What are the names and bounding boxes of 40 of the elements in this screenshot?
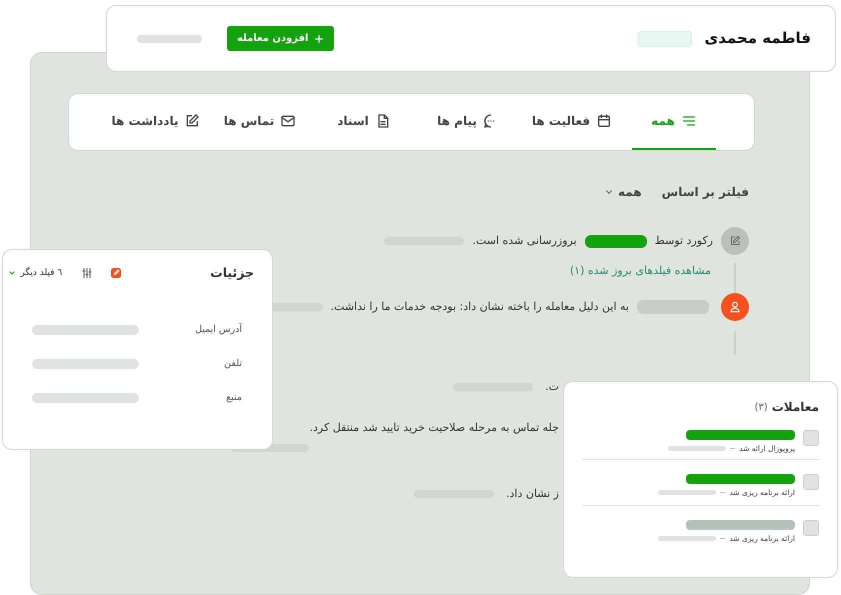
tab[interactable]: تماس ها <box>216 94 304 150</box>
tab[interactable]: یادداشت ها <box>112 94 200 150</box>
placeholder-bar <box>658 536 716 541</box>
placeholder-bar <box>136 34 202 42</box>
deal-checkbox[interactable] <box>803 430 819 446</box>
timeline-text: رکورد توسط <box>654 232 713 249</box>
plus-icon <box>314 34 324 44</box>
tab[interactable]: پیام ها <box>424 94 512 150</box>
field-label: آدرس ایمیل <box>194 322 244 337</box>
sliders-icon <box>81 267 94 280</box>
timeline-text: جله تماس به مرحله صلاحیت خرید تایید شد منتقل کرد. <box>310 420 559 436</box>
more-fields-button[interactable]: ٦ فیلد دیگر <box>8 266 62 280</box>
placeholder-bar <box>637 300 709 314</box>
pencil-square-icon <box>184 113 200 129</box>
timeline-text: ت. <box>545 379 559 395</box>
placeholder-bar <box>668 446 726 452</box>
edit-icon <box>721 227 749 255</box>
mail-icon <box>280 113 296 129</box>
tab[interactable]: فعالیت ها <box>528 94 616 150</box>
placeholder-bar <box>658 490 716 496</box>
calendar-icon <box>596 113 612 129</box>
user-avatar-icon <box>721 293 749 321</box>
contact-name: فاطمه محمدی <box>704 28 811 50</box>
chevron-down-icon <box>8 269 16 278</box>
details-title: جزئیات <box>210 264 254 282</box>
filter-label: فیلتر بر اساس <box>662 184 749 201</box>
timeline-text: بروزرسانی شده است. <box>472 232 577 249</box>
deal-checkbox[interactable] <box>803 474 819 490</box>
timeline-text: به این دلیل معامله را باخته نشان داد: بودجه خدمات ما را نداشت. <box>330 298 629 315</box>
highlight-bar <box>584 234 647 248</box>
tab[interactable]: اسناد <box>320 94 408 150</box>
edit-icon <box>110 267 122 280</box>
timeline-text: ز نشان داد. <box>506 486 559 502</box>
tag-placeholder <box>638 30 692 46</box>
deals-count: (۳) <box>754 400 768 414</box>
field-label: تلفن <box>223 357 243 371</box>
field-label: منبع <box>225 391 243 406</box>
filter-dropdown[interactable]: همه <box>604 183 642 201</box>
deals-title: معاملات <box>772 399 819 416</box>
deal-checkbox[interactable] <box>803 520 819 536</box>
